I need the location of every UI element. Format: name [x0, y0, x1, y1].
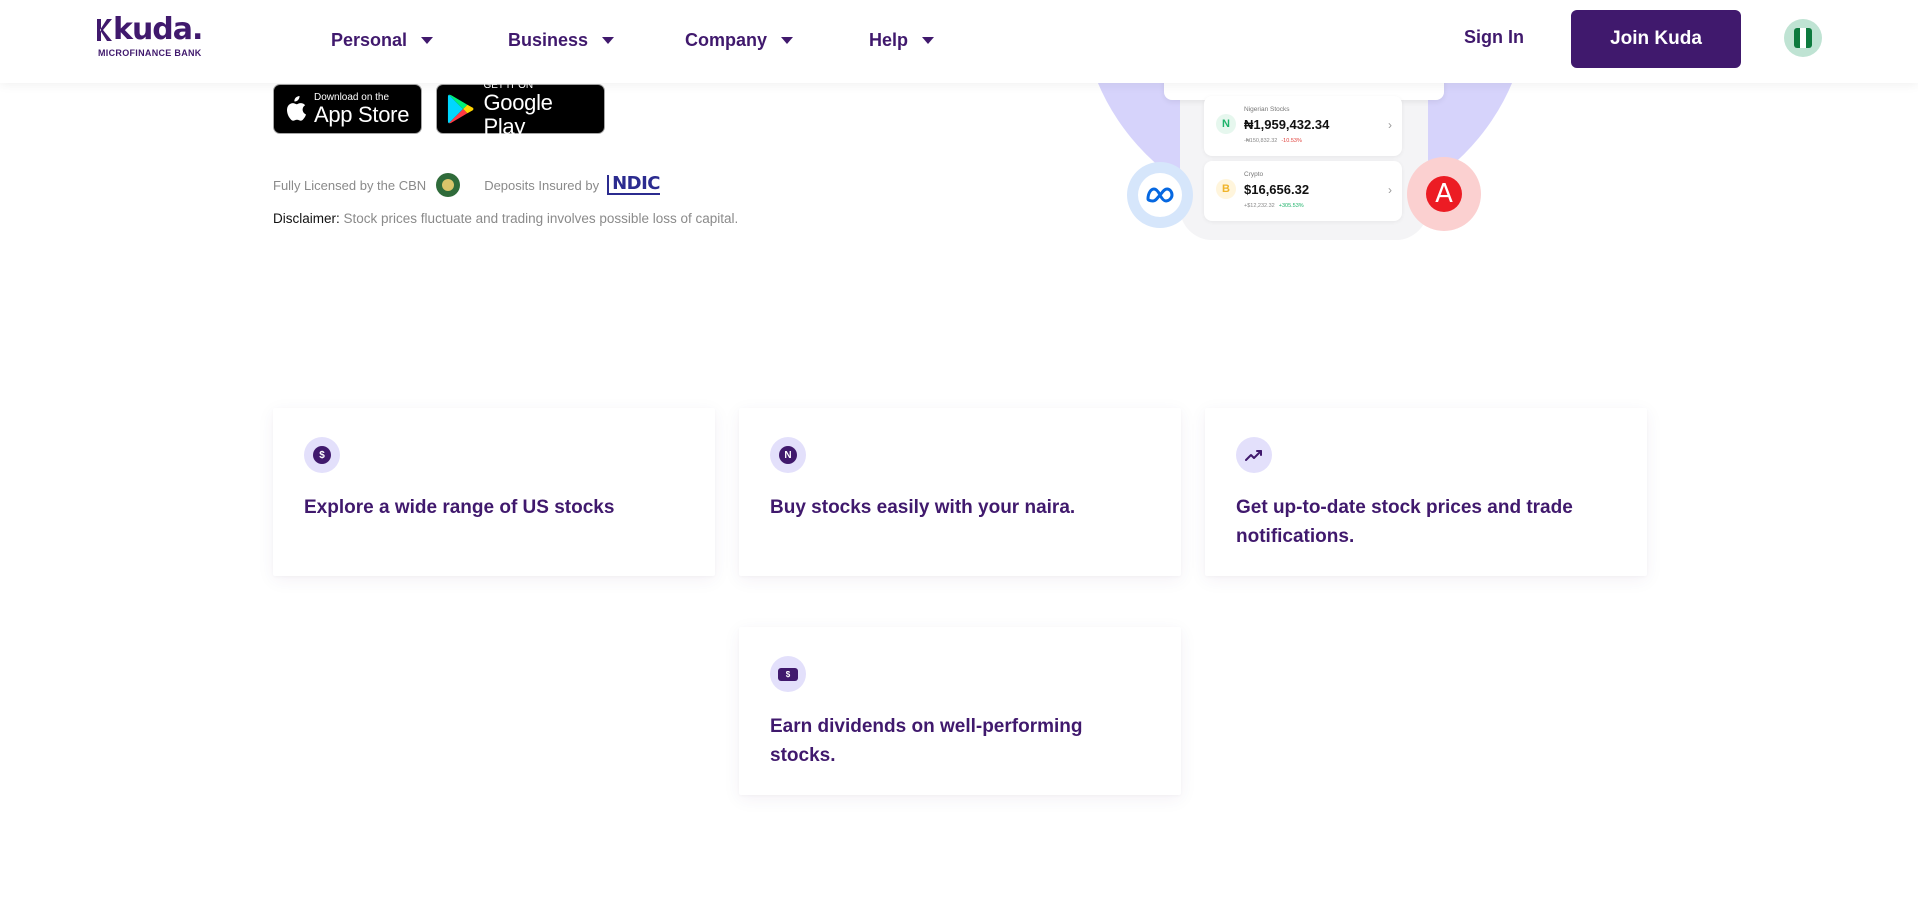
nav-help-label: Help [869, 29, 909, 50]
asset-label: Crypto [1244, 171, 1264, 178]
google-play-button[interactable]: GET IT ON Google Play [436, 80, 605, 138]
caret-down-icon [781, 37, 794, 44]
ndic-insured-text: Deposits Insured by [484, 177, 600, 193]
feature-card-naira: N Buy stocks easily with your naira. [739, 408, 1181, 576]
meta-bubble [1127, 162, 1193, 228]
nav-personal-label: Personal [331, 29, 408, 50]
nav-help[interactable]: Help [869, 27, 935, 53]
feature-card-dividends: $ Earn dividends on well-performing stoc… [739, 627, 1181, 795]
cbn-seal-icon [436, 173, 461, 197]
asset-card-nigerian-stocks: N Nigerian Stocks ₦1,959,432.34 -₦150,83… [1204, 96, 1402, 156]
feature-card-notifications: Get up-to-date stock prices and trade no… [1205, 408, 1647, 576]
license-row: Fully Licensed by the CBN Deposits Insur… [273, 172, 661, 198]
nigeria-flag-icon [1794, 28, 1812, 48]
disclaimer: Disclaimer: Stock prices fluctuate and t… [273, 211, 738, 226]
dollar-glyph: $ [313, 446, 331, 464]
feature-card-us-stocks: $ Explore a wide range of US stocks [273, 408, 715, 576]
asset-change: -₦150,832.32 -10.53% [1244, 138, 1302, 144]
nav-business-label: Business [508, 29, 589, 50]
logo-text: kuda. [113, 12, 203, 47]
cbn-license-text: Fully Licensed by the CBN [273, 177, 427, 193]
nav-company[interactable]: Company [685, 27, 869, 53]
adobe-logo-icon: A [1426, 176, 1462, 212]
k-logo-icon [97, 19, 112, 41]
country-selector[interactable] [1784, 19, 1822, 57]
nav-business[interactable]: Business [508, 27, 685, 53]
sign-in-link[interactable]: Sign In [1464, 27, 1524, 48]
main-nav: Personal Business Company Help [331, 27, 935, 53]
apple-icon [287, 96, 306, 121]
nav-personal[interactable]: Personal [331, 27, 508, 53]
feature-title: Get up-to-date stock prices and trade no… [1236, 497, 1573, 547]
feature-title: Earn dividends on well-performing stocks… [770, 716, 1083, 766]
app-store-big: App Store [314, 101, 410, 127]
chevron-right-icon: › [1388, 183, 1392, 197]
google-play-icon [447, 94, 474, 124]
asset-value: ₦1,959,432.34 [1244, 117, 1330, 132]
asset-change: +$12,232.32 +305.53% [1244, 203, 1304, 209]
caret-down-icon [421, 37, 434, 44]
naira-coin-icon: N [770, 437, 806, 473]
asset-change-abs: +$12,232.32 [1244, 203, 1275, 209]
app-store-button[interactable]: Download on the App Store [273, 84, 422, 134]
feature-title: Buy stocks easily with your naira. [770, 497, 1076, 518]
adobe-bubble: A [1407, 157, 1481, 231]
caret-down-icon [922, 37, 935, 44]
google-play-big: Google Play [483, 89, 553, 139]
chevron-right-icon: › [1388, 118, 1392, 132]
kuda-logo[interactable]: kuda. MICROFINANCE BANK [97, 15, 211, 59]
dollar-coin-icon: $ [304, 437, 340, 473]
app-store-text: Download on the App Store [314, 92, 409, 127]
cash-glyph: $ [778, 667, 798, 681]
meta-logo-icon [1138, 173, 1182, 217]
asset-label: Nigerian Stocks [1244, 106, 1290, 113]
google-play-text: GET IT ON Google Play [483, 80, 594, 139]
trend-up-icon [1236, 437, 1272, 473]
caret-down-icon [602, 37, 615, 44]
nav-company-label: Company [685, 29, 768, 50]
join-kuda-button[interactable]: Join Kuda [1571, 10, 1741, 68]
asset-card-crypto: B Crypto $16,656.32 +$12,232.32 +305.53% … [1204, 161, 1402, 221]
asset-change-abs: -₦150,832.32 [1244, 138, 1278, 144]
asset-value: $16,656.32 [1244, 182, 1310, 197]
disclaimer-text: Stock prices fluctuate and trading invol… [343, 211, 739, 226]
naira-icon: N [1216, 114, 1236, 134]
bitcoin-icon: B [1216, 179, 1236, 199]
trend-line-icon [1245, 450, 1262, 461]
ndic-logo: NDIC [607, 175, 661, 195]
asset-change-pct: +305.53% [1278, 203, 1304, 209]
meta-infinity-icon [1146, 187, 1174, 203]
app-store-buttons: Download on the App Store GET IT ON Goog… [273, 80, 605, 138]
app-store-small: Download on the [314, 91, 390, 103]
site-header: kuda. MICROFINANCE BANK Personal Busines… [0, 0, 1918, 83]
asset-change-pct: -10.53% [1281, 138, 1302, 144]
cash-note-icon: $ [770, 656, 806, 692]
logo-subtitle: MICROFINANCE BANK [98, 48, 202, 58]
feature-title: Explore a wide range of US stocks [304, 497, 615, 518]
logo-wordmark: kuda. [97, 12, 203, 47]
disclaimer-label: Disclaimer: [273, 211, 340, 226]
naira-glyph: N [779, 446, 797, 464]
